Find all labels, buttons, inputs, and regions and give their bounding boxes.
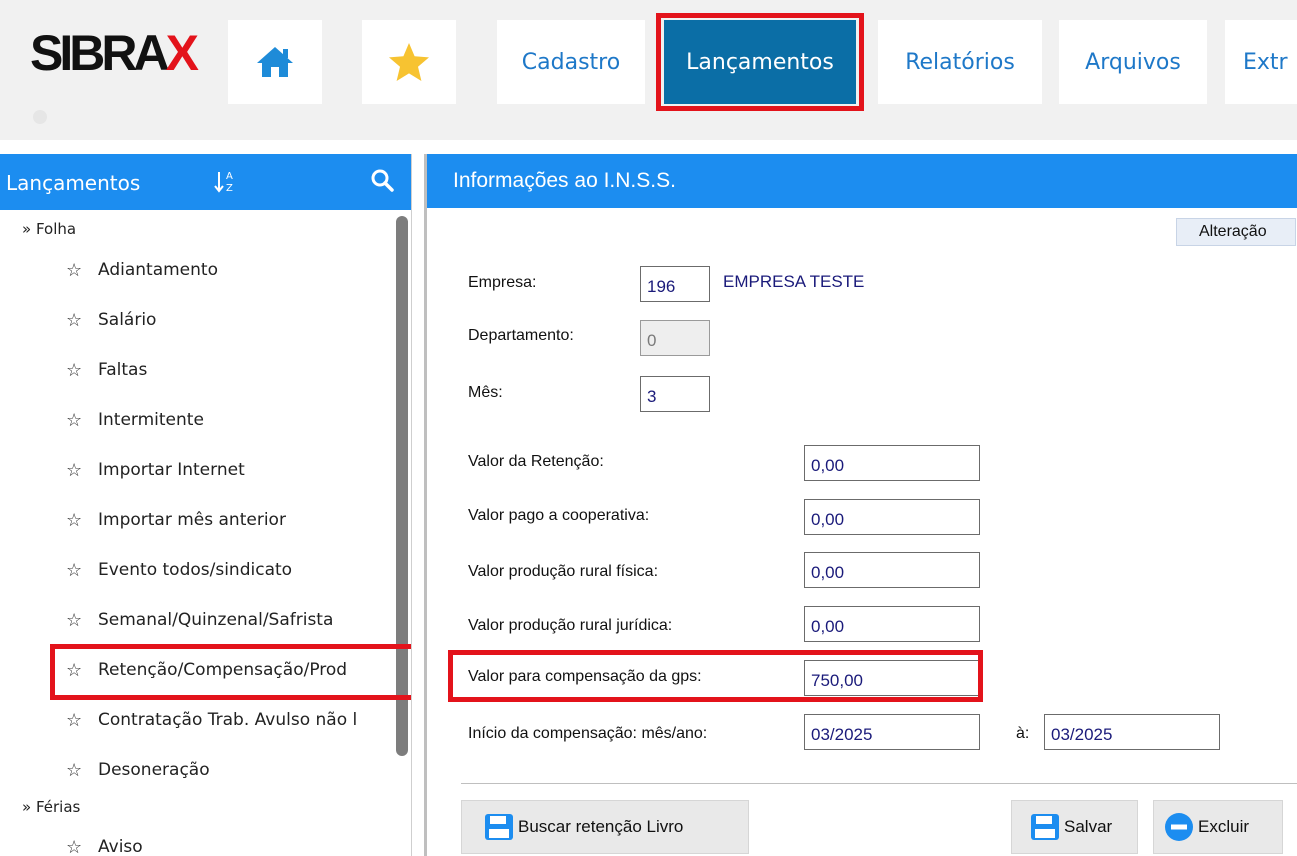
empresa-name: EMPRESA TESTE — [723, 272, 865, 291]
valor-rural-fisica-input[interactable]: 0,00 — [804, 552, 980, 588]
valor-cooperativa-input[interactable]: 0,00 — [804, 499, 980, 535]
tab-extras[interactable]: Extr — [1225, 20, 1297, 104]
tab-lancamentos[interactable]: Lançamentos — [664, 20, 856, 104]
sidebar-item-adiantamento[interactable]: ☆ Adiantamento — [66, 255, 218, 285]
valor-compensacao-label: Valor para compensação da gps: — [468, 668, 702, 685]
sidebar-item-retencao-compensacao[interactable]: ☆ Retenção/Compensação/Prod — [66, 655, 347, 685]
sidebar-item-desoneracao[interactable]: ☆ Desoneração — [66, 755, 210, 785]
empresa-input[interactable]: 196 — [640, 266, 710, 302]
departamento-label: Departamento: — [468, 327, 574, 344]
sidebar-item-salario[interactable]: ☆ Salário — [66, 305, 156, 335]
valor-cooperativa-label: Valor pago a cooperativa: — [468, 507, 650, 524]
star-outline-icon[interactable]: ☆ — [66, 510, 98, 531]
save-icon — [485, 814, 513, 840]
valor-retencao-input[interactable]: 0,00 — [804, 445, 980, 481]
group-ferias[interactable]: » Férias — [22, 798, 80, 816]
sidebar-item-evento-todos[interactable]: ☆ Evento todos/sindicato — [66, 555, 292, 585]
mode-badge: Alteração — [1176, 218, 1296, 246]
sidebar-item-contratacao-avulso[interactable]: ☆ Contratação Trab. Avulso não l — [66, 705, 357, 735]
home-button[interactable] — [228, 20, 322, 104]
star-outline-icon[interactable]: ☆ — [66, 410, 98, 431]
star-outline-icon[interactable]: ☆ — [66, 837, 98, 856]
sidebar-item-aviso[interactable]: ☆ Aviso — [66, 832, 143, 856]
star-outline-icon[interactable]: ☆ — [66, 360, 98, 381]
star-outline-icon[interactable]: ☆ — [66, 760, 98, 781]
empresa-label: Empresa: — [468, 274, 537, 291]
main-panel: Informações ao I.N.S.S. Alteração Empres… — [424, 154, 1297, 856]
valor-rural-fisica-label: Valor produção rural física: — [468, 563, 659, 580]
star-outline-icon[interactable]: ☆ — [66, 460, 98, 481]
remove-icon — [1165, 813, 1193, 841]
home-icon — [257, 47, 293, 77]
sidebar-item-faltas[interactable]: ☆ Faltas — [66, 355, 147, 385]
departamento-input: 0 — [640, 320, 710, 356]
svg-text:A: A — [226, 171, 233, 182]
inicio-compensacao-label: Início da compensação: mês/ano: — [468, 725, 708, 742]
star-outline-icon[interactable]: ☆ — [66, 710, 98, 731]
star-outline-icon[interactable]: ☆ — [66, 560, 98, 581]
sidebar-item-importar-mes-anterior[interactable]: ☆ Importar mês anterior — [66, 505, 286, 535]
star-outline-icon[interactable]: ☆ — [66, 660, 98, 681]
status-dot — [33, 110, 47, 124]
svg-text:Z: Z — [226, 183, 233, 194]
valor-rural-juridica-input[interactable]: 0,00 — [804, 606, 980, 642]
salvar-button[interactable]: Salvar — [1011, 800, 1138, 854]
sidebar-item-intermitente[interactable]: ☆ Intermitente — [66, 405, 204, 435]
tab-cadastro[interactable]: Cadastro — [497, 20, 645, 104]
tab-arquivos[interactable]: Arquivos — [1059, 20, 1207, 104]
mes-input[interactable]: 3 — [640, 376, 710, 412]
group-folha[interactable]: » Folha — [22, 220, 76, 238]
star-outline-icon[interactable]: ☆ — [66, 260, 98, 281]
valor-retencao-label: Valor da Retenção: — [468, 453, 604, 470]
separator — [461, 783, 1297, 784]
sidebar-item-semanal[interactable]: ☆ Semanal/Quinzenal/Safrista — [66, 605, 333, 635]
star-outline-icon[interactable]: ☆ — [66, 610, 98, 631]
sidebar-header: Lançamentos A Z — [0, 154, 411, 210]
excluir-button[interactable]: Excluir — [1153, 800, 1283, 854]
top-bar: SIBRAX Cadastro Lançamentos Relatórios A… — [0, 0, 1297, 140]
valor-rural-juridica-label: Valor produção rural jurídica: — [468, 617, 673, 634]
panel-title: Informações ao I.N.S.S. — [453, 169, 676, 192]
sidebar: Lançamentos A Z » Folha ☆ Adiantamento ☆ S… — [0, 154, 412, 856]
favorites-button[interactable] — [362, 20, 456, 104]
buscar-retencao-button[interactable]: Buscar retenção Livro — [461, 800, 749, 854]
tab-relatorios[interactable]: Relatórios — [878, 20, 1042, 104]
compensacao-to-label: à: — [1016, 725, 1030, 742]
valor-compensacao-input[interactable]: 750,00 — [804, 660, 980, 696]
sibrax-logo: SIBRAX — [30, 25, 199, 81]
panel-header: Informações ao I.N.S.S. — [427, 154, 1297, 208]
sidebar-scrollbar[interactable] — [396, 216, 408, 756]
inicio-compensacao-to-input[interactable]: 03/2025 — [1044, 714, 1220, 750]
search-icon[interactable] — [370, 168, 394, 192]
mes-label: Mês: — [468, 384, 503, 401]
sidebar-item-importar-internet[interactable]: ☆ Importar Internet — [66, 455, 245, 485]
inicio-compensacao-from-input[interactable]: 03/2025 — [804, 714, 980, 750]
sort-az-icon[interactable]: A Z — [214, 168, 238, 196]
star-outline-icon[interactable]: ☆ — [66, 310, 98, 331]
star-icon — [389, 43, 429, 81]
save-icon — [1031, 814, 1059, 840]
sidebar-title: Lançamentos — [6, 171, 141, 195]
